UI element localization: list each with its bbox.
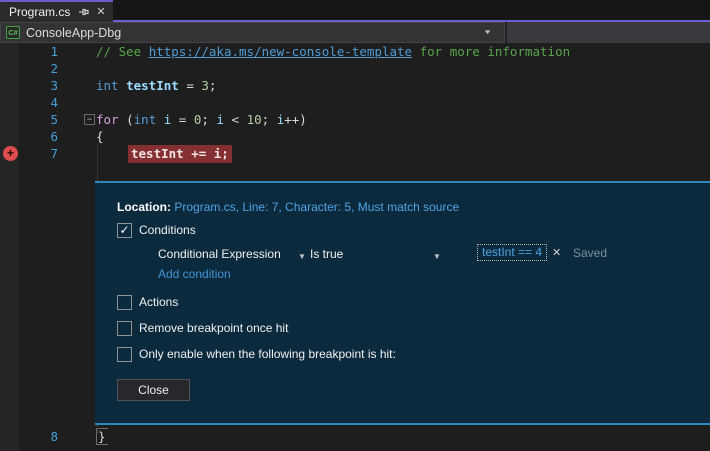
conditions-checkbox[interactable]: ✓ — [117, 223, 132, 238]
code-line[interactable]: 6{ — [0, 128, 710, 145]
close-button[interactable]: Close — [117, 379, 190, 401]
pin-icon[interactable] — [78, 6, 90, 18]
condition-operator-dropdown[interactable]: Is true — [310, 246, 343, 262]
code-token: { — [96, 129, 104, 144]
tab-title: Program.cs — [9, 5, 70, 19]
code-line[interactable]: 7testInt += i; — [0, 145, 710, 162]
close-icon[interactable]: ✕ — [96, 7, 105, 18]
project-name: ConsoleApp-Dbg — [26, 26, 121, 40]
code-line[interactable]: 8} — [0, 428, 710, 445]
conditional-breakpoint-icon[interactable]: + — [3, 146, 18, 161]
code-token: int — [134, 112, 157, 127]
code-token: ; — [209, 78, 217, 93]
only-enable-label: Only enable when the following breakpoin… — [139, 347, 396, 361]
code-token: https://aka.ms/new-console-template — [149, 44, 412, 59]
actions-label: Actions — [139, 295, 178, 309]
csharp-project-icon: C# — [6, 26, 20, 39]
code-token: int — [96, 78, 119, 93]
line-number: 8 — [0, 428, 58, 445]
navigation-bar: C# ConsoleApp-Dbg ▼ — [0, 22, 710, 43]
code-token: testInt — [126, 78, 179, 93]
only-enable-checkbox[interactable] — [117, 347, 132, 362]
condition-type-value: Conditional Expression — [158, 247, 281, 261]
vs-editor-window: Program.cs ✕ C# ConsoleApp-Dbg ▼ 1 // See… — [0, 0, 710, 451]
code-token: ; — [201, 112, 216, 127]
code-line[interactable]: 5−for (int i = 0; i < 10; i++) — [0, 111, 710, 128]
line-number: 3 — [0, 77, 58, 94]
code-token: = — [179, 78, 202, 93]
code-line[interactable]: 3int testInt = 3; — [0, 77, 710, 94]
fold-collapse-icon[interactable]: − — [84, 114, 95, 125]
indent-guide — [97, 425, 98, 433]
chevron-down-icon[interactable]: ▼ — [298, 249, 306, 265]
breakpoint-settings-dialog: Location: Program.cs, Line: 7, Character… — [95, 181, 710, 425]
code-token: ( — [119, 112, 134, 127]
code-line[interactable]: 1 // See https://aka.ms/new-console-templ… — [0, 43, 710, 60]
line-number: 5 — [0, 111, 58, 128]
code-line[interactable]: 2 — [0, 60, 710, 77]
remove-once-checkbox[interactable] — [117, 321, 132, 336]
code-text: { — [96, 128, 104, 145]
saved-status: Saved — [573, 246, 607, 260]
code-text: for (int i = 0; i < 10; i++) — [96, 111, 307, 128]
condition-operator-value: Is true — [310, 247, 343, 261]
code-text: // See https://aka.ms/new-console-templa… — [96, 43, 570, 60]
remove-once-label: Remove breakpoint once hit — [139, 321, 288, 335]
chevron-down-icon[interactable]: ▼ — [433, 249, 441, 265]
indent-guide — [97, 145, 98, 181]
tab-strip: Program.cs ✕ — [0, 0, 710, 22]
navbar-divider — [505, 22, 507, 43]
condition-type-dropdown[interactable]: Conditional Expression — [158, 246, 281, 262]
line-number: 1 — [0, 43, 58, 60]
breakpoint-location: Location: Program.cs, Line: 7, Character… — [117, 199, 459, 215]
code-text: int testInt = 3; — [96, 77, 216, 94]
code-text: testInt += i; — [128, 145, 232, 162]
code-token: = — [171, 112, 194, 127]
code-line[interactable]: 4 — [0, 94, 710, 111]
code-token: 10 — [247, 112, 262, 127]
line-number: 6 — [0, 128, 58, 145]
code-token: testInt += i; — [128, 145, 232, 163]
code-token — [156, 112, 164, 127]
conditions-label: Conditions — [139, 223, 196, 237]
chevron-down-icon: ▼ — [483, 29, 492, 36]
condition-expression-input[interactable]: testInt == 4 — [477, 244, 547, 261]
location-label: Location: — [117, 200, 171, 214]
code-token: ++) — [284, 112, 307, 127]
code-token: < — [224, 112, 247, 127]
code-token: 3 — [201, 78, 209, 93]
remove-condition-icon[interactable]: ✕ — [552, 246, 561, 259]
location-value: Program.cs, Line: 7, Character: 5, Must … — [174, 200, 459, 214]
line-number: 4 — [0, 94, 58, 111]
code-token: for more information — [412, 44, 570, 59]
code-token — [119, 78, 127, 93]
code-token: for — [96, 112, 119, 127]
project-context-dropdown[interactable]: C# ConsoleApp-Dbg ▼ — [0, 22, 505, 43]
code-token: // See — [96, 44, 149, 59]
tab-program-cs[interactable]: Program.cs ✕ — [0, 0, 113, 22]
add-condition-link[interactable]: Add condition — [158, 267, 231, 281]
code-token: ; — [262, 112, 277, 127]
line-number: 2 — [0, 60, 58, 77]
code-token: i — [216, 112, 224, 127]
actions-checkbox[interactable] — [117, 295, 132, 310]
